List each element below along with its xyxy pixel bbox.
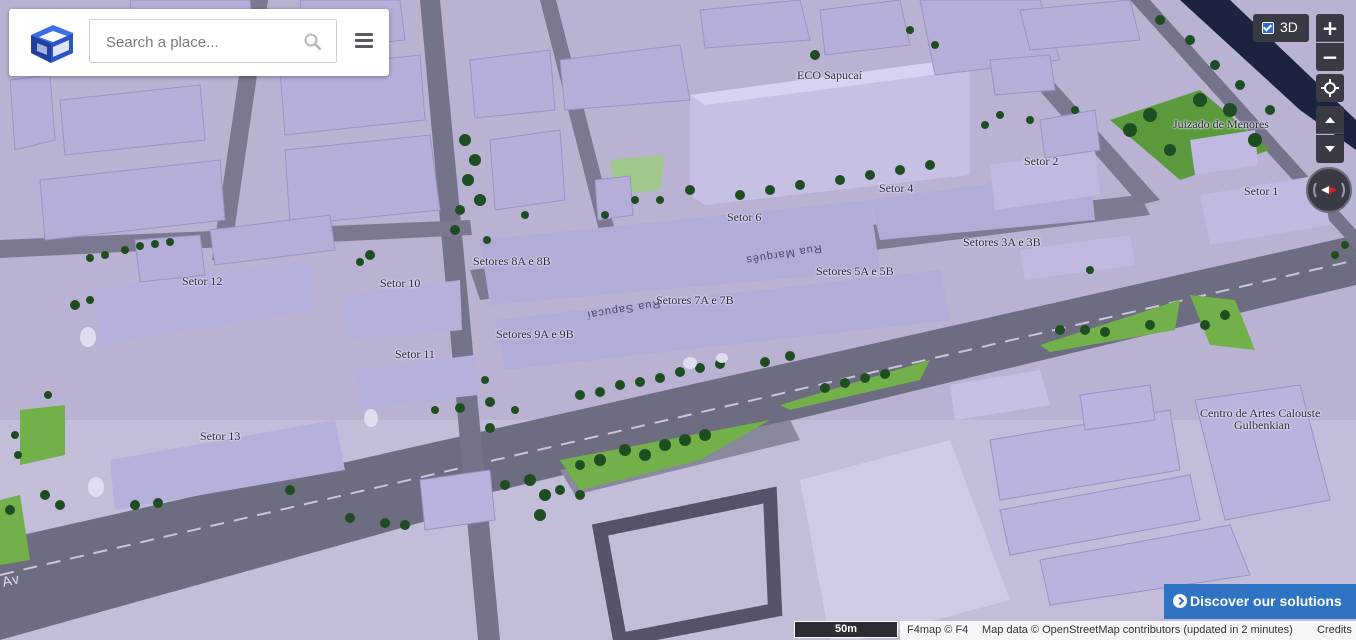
compass[interactable] — [1306, 167, 1352, 213]
minus-icon: − — [1321, 45, 1339, 69]
zoom-out-button[interactable]: − — [1316, 43, 1344, 71]
plus-icon: + — [1321, 16, 1339, 40]
grass-west — [20, 405, 65, 465]
search-panel — [9, 9, 389, 76]
discover-solutions-button[interactable]: Discover our solutions — [1164, 584, 1356, 619]
f4map-logo[interactable] — [23, 21, 79, 65]
triangle-down-icon — [1325, 146, 1335, 152]
f4map-credit-link[interactable]: F4map © F4 — [907, 624, 968, 636]
label-centro-artes-line2: Gulbenkian — [1234, 418, 1290, 432]
label-setores-8a-8b: Setores 8A e 8B — [473, 254, 551, 268]
label-setor-1: Setor 1 — [1244, 184, 1279, 198]
search-input[interactable] — [104, 31, 298, 53]
scale-bar: 50m — [794, 621, 898, 638]
locate-button[interactable] — [1316, 74, 1344, 102]
label-setor-2: Setor 2 — [1024, 154, 1059, 168]
tilt-up-button[interactable] — [1316, 106, 1344, 134]
map-data-credit[interactable]: Map data © OpenStreetMap contributors (u… — [982, 624, 1293, 636]
search-box[interactable] — [89, 19, 337, 63]
tilt-down-button[interactable] — [1316, 135, 1344, 163]
hamburger-menu-icon[interactable] — [355, 33, 373, 49]
arrow-circle-icon — [1173, 594, 1187, 608]
crosshair-icon — [1321, 79, 1339, 97]
compass-needle-icon — [1313, 182, 1345, 198]
scale-label: 50m — [834, 623, 858, 635]
label-setor-6: Setor 6 — [727, 210, 762, 224]
discover-label: Discover our solutions — [1190, 593, 1342, 609]
label-juizado: Juizado de Menores — [1173, 117, 1269, 131]
label-setores-5a-5b: Setores 5A e 5B — [816, 264, 894, 278]
label-setores-7a-7b: Setores 7A e 7B — [656, 293, 734, 307]
map-3d-view[interactable] — [0, 0, 1356, 640]
label-setor-10: Setor 10 — [380, 276, 421, 290]
checkbox-3d[interactable] — [1262, 22, 1274, 34]
f4map-cube-icon — [31, 25, 73, 63]
map-canvas[interactable]: ECO Sapucaí Juizado de Menores Setor 2 S… — [0, 0, 1356, 640]
label-setor-4: Setor 4 — [879, 181, 914, 195]
label-setor-11: Setor 11 — [395, 347, 435, 361]
toggle-3d-label: 3D — [1280, 19, 1298, 35]
label-setores-9a-9b: Setores 9A e 9B — [496, 327, 574, 341]
triangle-up-icon — [1325, 117, 1335, 123]
zoom-in-button[interactable]: + — [1316, 14, 1344, 42]
search-icon[interactable] — [304, 33, 322, 51]
toggle-3d[interactable]: 3D — [1253, 14, 1309, 42]
label-eco-sapucai: ECO Sapucaí — [797, 68, 862, 82]
label-setores-3a-3b: Setores 3A e 3B — [963, 235, 1041, 249]
label-setor-13: Setor 13 — [200, 429, 241, 443]
credits-link[interactable]: Credits — [1317, 624, 1352, 636]
attribution-bar: F4map © F4 Map data © OpenStreetMap cont… — [900, 621, 1356, 640]
label-setor-12: Setor 12 — [182, 274, 223, 288]
